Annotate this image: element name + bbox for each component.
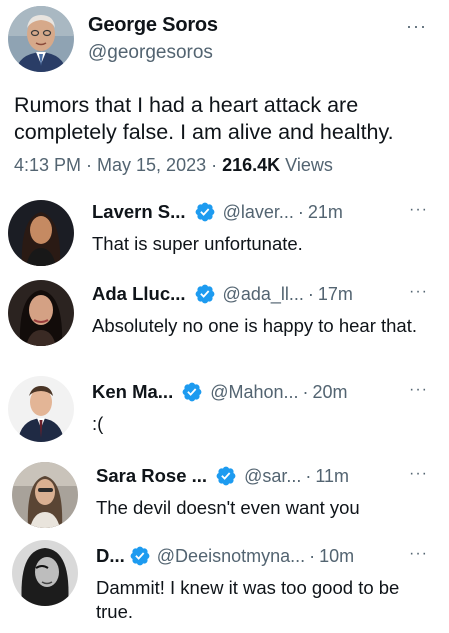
reply-item[interactable]: Ken Ma... @Mahon... · 20m ··· :( (0, 372, 449, 456)
reply-author-name[interactable]: Ken Ma... (92, 381, 173, 403)
avatar[interactable] (12, 540, 78, 606)
separator-dot: · (309, 545, 316, 566)
reply-time[interactable]: 21m (308, 202, 343, 223)
reply-item[interactable]: Ada Lluc... @ada_ll... · 17m ··· Absolut… (0, 274, 449, 372)
separator-dot: · (297, 201, 304, 222)
reply-author-handle[interactable]: @Deeisnotmyna... (157, 546, 305, 567)
avatar[interactable] (12, 462, 78, 528)
verified-badge-icon (194, 283, 216, 305)
separator-dot: · (302, 381, 309, 402)
reply-item[interactable]: Lavern S... @laver... · 21m ··· That is … (0, 192, 449, 272)
verified-badge-icon (194, 201, 216, 223)
person-avatar-icon (8, 200, 74, 266)
reply-author-name[interactable]: Sara Rose ... (96, 465, 207, 487)
reply-author-name[interactable]: Lavern S... (92, 201, 186, 223)
avatar[interactable] (8, 376, 74, 442)
avatar[interactable] (8, 200, 74, 266)
reply-time[interactable]: 11m (315, 466, 349, 487)
verified-badge-icon (215, 465, 237, 487)
person-avatar-icon (8, 376, 74, 442)
main-author-handle[interactable]: @georgesoros (88, 42, 213, 64)
more-options-icon[interactable]: ··· (409, 381, 428, 399)
reply-author-handle[interactable]: @sar... (244, 466, 301, 487)
main-author-name[interactable]: George Soros (88, 14, 218, 37)
reply-text: :( (92, 413, 104, 434)
reply-item[interactable]: Sara Rose ... @sar... · 11m ··· The devi… (0, 456, 449, 540)
reply-header: Lavern S... @laver... · 21m (92, 201, 343, 223)
reply-text: Dammit! I knew it was too good to be tru… (96, 577, 400, 622)
avatar[interactable] (8, 280, 74, 346)
main-avatar[interactable] (8, 6, 74, 72)
reply-author-name[interactable]: Ada Lluc... (92, 283, 186, 305)
main-tweet: George Soros @georgesoros ··· Rumors tha… (0, 0, 449, 190)
reply-time[interactable]: 20m (313, 382, 348, 403)
more-options-icon[interactable]: ··· (409, 201, 428, 219)
reply-author-name[interactable]: D... (96, 545, 125, 567)
reply-header: Ada Lluc... @ada_ll... · 17m (92, 283, 353, 305)
verified-badge-icon (181, 381, 203, 403)
views-label: Views (280, 155, 333, 175)
separator-dot: · (305, 465, 312, 486)
person-avatar-icon (8, 6, 74, 72)
separator-dot: · (307, 283, 314, 304)
main-tweet-meta: 4:13 PM · May 15, 2023 · 216.4K Views (14, 155, 333, 176)
more-options-icon[interactable]: ··· (409, 283, 428, 301)
reply-author-handle[interactable]: @ada_ll... (223, 284, 304, 305)
views-count: 216.4K (222, 155, 281, 175)
reply-text: Absolutely no one is happy to hear that. (92, 315, 417, 336)
reply-text: That is super unfortunate. (92, 233, 303, 254)
tweet-timestamp[interactable]: 4:13 PM · May 15, 2023 · (14, 155, 222, 175)
reply-time[interactable]: 10m (319, 546, 354, 567)
more-options-icon[interactable]: ··· (409, 465, 428, 483)
reply-author-handle[interactable]: @laver... (223, 202, 294, 223)
more-options-icon[interactable]: ··· (409, 545, 428, 563)
reply-header: D... @Deeisnotmyna... · 10m (96, 545, 354, 567)
reply-header: Sara Rose ... @sar... · 11m (96, 465, 349, 487)
reply-time[interactable]: 17m (318, 284, 353, 305)
reply-author-handle[interactable]: @Mahon... (210, 382, 298, 403)
person-avatar-icon (12, 540, 78, 606)
reply-item[interactable]: D... @Deeisnotmyna... · 10m ··· Dammit! … (0, 536, 449, 633)
main-tweet-text: Rumors that I had a heart attack are com… (14, 93, 394, 144)
person-avatar-icon (12, 462, 78, 528)
reply-text: The devil doesn't even want you (96, 497, 360, 518)
reply-header: Ken Ma... @Mahon... · 20m (92, 381, 348, 403)
person-avatar-icon (8, 280, 74, 346)
verified-badge-icon (129, 545, 151, 567)
more-options-icon[interactable]: ··· (406, 16, 427, 37)
